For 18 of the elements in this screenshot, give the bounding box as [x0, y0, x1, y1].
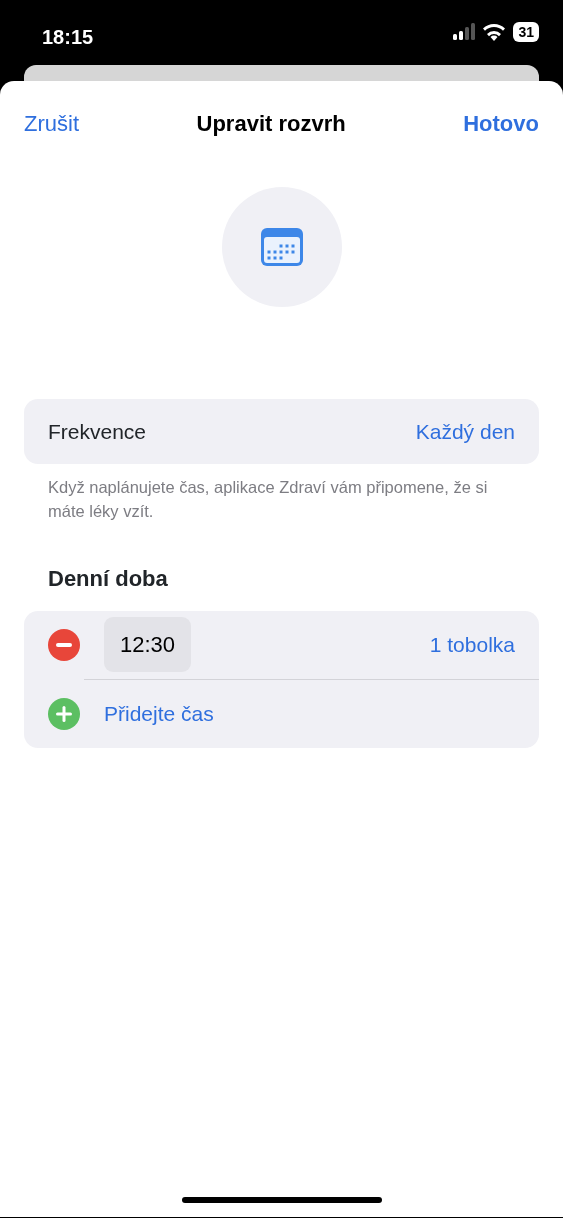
clock-time: 18:15: [42, 25, 94, 50]
add-time-link[interactable]: Přidejte čas: [104, 698, 214, 730]
signal-icon: [453, 23, 476, 41]
done-button[interactable]: Hotovo: [463, 107, 539, 140]
battery-level: 31: [513, 22, 539, 42]
frequency-value[interactable]: Každý den: [415, 415, 515, 448]
cancel-button[interactable]: Zrušit: [24, 107, 79, 140]
section-header: Denní doba: [47, 564, 169, 593]
row-label: Frekvence: [48, 418, 147, 445]
footnote-text: Když naplánujete čas, aplikace Zdraví vám připomene, že si máte léky vzít.: [47, 477, 489, 522]
remove-icon[interactable]: [48, 628, 80, 661]
frequency-row[interactable]: Frekvence Každý den: [24, 399, 539, 464]
time-picker[interactable]: 12:30: [104, 617, 192, 673]
add-icon[interactable]: [48, 697, 80, 730]
wifi-icon: [483, 23, 506, 41]
dose-value[interactable]: 1 tobolka: [429, 629, 515, 661]
calendar-icon: [259, 227, 304, 267]
sheet-title: Upravit rozvrh: [196, 110, 346, 138]
